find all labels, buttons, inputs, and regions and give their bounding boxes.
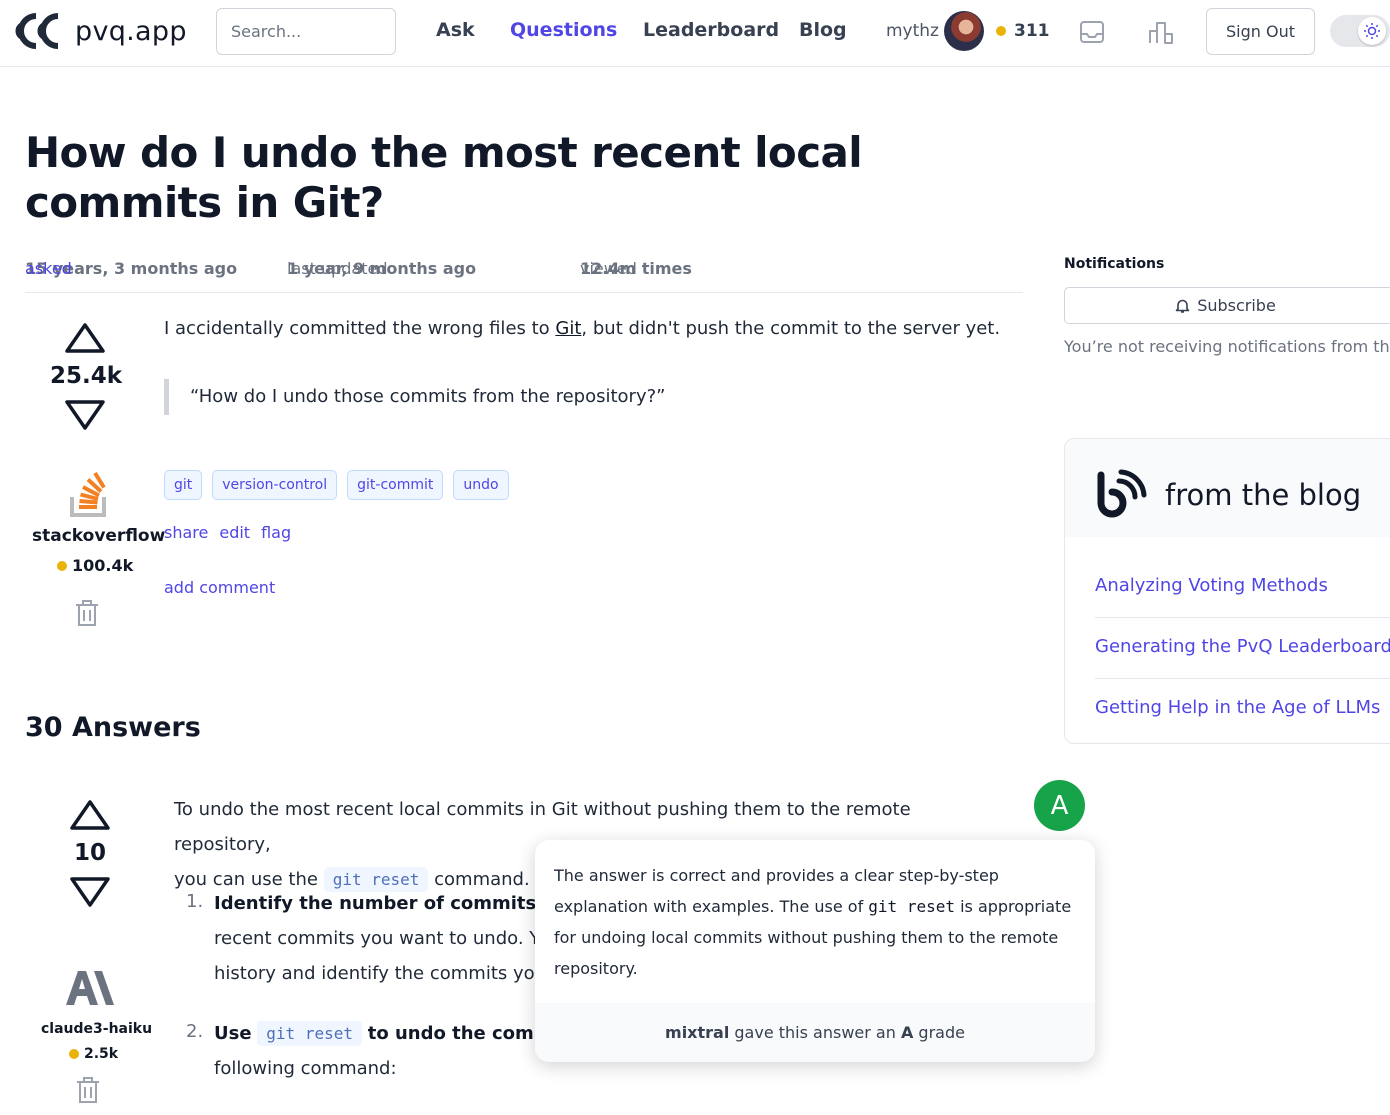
- answers-title: 30 Answers: [25, 712, 201, 743]
- grader-name: mixtral: [665, 1023, 730, 1042]
- blog-item[interactable]: Getting Help in the Age of LLMs: [1095, 697, 1390, 718]
- username: mythz: [886, 21, 939, 41]
- add-comment-link[interactable]: add comment: [164, 578, 275, 597]
- popover-line: repository.: [554, 959, 638, 978]
- code-snippet: git reset: [868, 897, 955, 916]
- popover-line: explanation with examples. The use of gi…: [554, 891, 1084, 922]
- question-body-text: I accidentally committed the wrong files…: [164, 318, 556, 339]
- question-body-text-end: , but didn't push the commit to the serv…: [581, 318, 1001, 339]
- blog-card: from the blog Analyzing Voting Methods G…: [1064, 438, 1390, 744]
- notification-status: You’re not receiving notifications from …: [1064, 337, 1390, 356]
- tag-git-commit[interactable]: git-commit: [347, 470, 444, 500]
- popover-text-segment: is appropriate: [954, 897, 1072, 916]
- answer-author-rep: 2.5k: [69, 1046, 118, 1062]
- flag-link[interactable]: flag: [261, 523, 291, 542]
- inbox-icon[interactable]: [1078, 18, 1106, 46]
- author-rep-value: 2.5k: [84, 1046, 119, 1062]
- question-actions: share edit flag: [164, 523, 291, 542]
- answer-author[interactable]: claude3-haiku: [41, 1021, 152, 1037]
- step-number: 2.: [186, 1021, 204, 1042]
- grade-badge[interactable]: A: [1034, 780, 1085, 831]
- pvq-logo-icon: [15, 13, 59, 49]
- sun-icon: [1364, 23, 1380, 39]
- nav-questions[interactable]: Questions: [510, 19, 617, 41]
- trash-icon[interactable]: [74, 1075, 102, 1105]
- step-number: 1.: [186, 891, 204, 912]
- popover-text-segment: explanation with examples. The use of: [554, 897, 869, 916]
- upvote-icon[interactable]: [63, 321, 107, 355]
- question-quote: “How do I undo those commits from the re…: [164, 379, 666, 415]
- reputation-dot: [69, 1049, 79, 1059]
- trash-icon[interactable]: [73, 598, 101, 628]
- bell-icon: [1175, 299, 1190, 313]
- tag-list: git version-control git-commit undo: [164, 470, 509, 500]
- grade-letter: A: [900, 1023, 914, 1042]
- edit-link[interactable]: edit: [219, 523, 250, 542]
- grade-explanation: The answer is correct and provides a cle…: [554, 860, 1084, 984]
- tag-git[interactable]: git: [164, 470, 203, 500]
- avatar: [943, 11, 984, 51]
- divider: [1095, 617, 1390, 618]
- viewed-label: viewed: [580, 259, 637, 278]
- question-body: I accidentally committed the wrong files…: [164, 318, 1000, 339]
- step-heading: Use: [214, 1023, 252, 1044]
- blog-title: from the blog: [1165, 478, 1362, 512]
- blog-item[interactable]: Analyzing Voting Methods: [1095, 575, 1390, 596]
- nav-ask[interactable]: Ask: [436, 19, 475, 41]
- nav-leaderboard[interactable]: Leaderboard: [643, 19, 779, 41]
- search-input[interactable]: [216, 8, 396, 55]
- grade-text: grade: [913, 1023, 965, 1042]
- popover-line: The answer is correct and provides a cle…: [554, 866, 999, 885]
- anthropic-logo-icon: [66, 971, 114, 1005]
- divider: [1095, 678, 1390, 679]
- downvote-icon[interactable]: [68, 875, 112, 909]
- code-snippet: git reset: [257, 1021, 362, 1046]
- answer-step: Use git reset to undo the commits: follo…: [214, 1016, 585, 1086]
- theme-toggle[interactable]: [1330, 15, 1390, 47]
- reputation-dot: [995, 26, 1006, 36]
- tag-version-control[interactable]: version-control: [212, 470, 338, 500]
- vote-count: 25.4k: [50, 363, 123, 389]
- tag-undo[interactable]: undo: [453, 470, 509, 500]
- answer-vote: 10: [55, 798, 125, 909]
- vote-count: 10: [73, 840, 106, 866]
- popover-line: for undoing local commits without pushin…: [554, 928, 1059, 947]
- top-header: pvq.app Ask Questions Leaderboard Blog m…: [0, 0, 1390, 67]
- user-menu[interactable]: mythz 311: [886, 10, 1049, 52]
- blog-feed-icon: [1097, 469, 1147, 518]
- leaderboard-icon[interactable]: [1147, 18, 1175, 46]
- step-text: following command:: [214, 1058, 397, 1079]
- upvote-icon[interactable]: [68, 798, 112, 832]
- downvote-icon[interactable]: [63, 398, 107, 432]
- blog-card-header: from the blog: [1065, 439, 1390, 537]
- toggle-knob: [1358, 17, 1386, 45]
- page-title: How do I undo the most recent local comm…: [25, 128, 863, 227]
- notifications-title: Notifications: [1064, 256, 1165, 272]
- author-rep-value: 100.4k: [72, 556, 134, 575]
- user-reputation: 311: [1013, 21, 1050, 41]
- question-meta: asked 15 years, 3 months ago last update…: [25, 259, 1023, 293]
- logo-text: pvq.app: [75, 15, 187, 47]
- nav-blog[interactable]: Blog: [799, 19, 847, 41]
- question-author[interactable]: stackoverflow: [32, 526, 165, 546]
- reputation-dot: [57, 560, 67, 571]
- git-link[interactable]: Git: [555, 318, 581, 339]
- grade-footer: mixtral gave this answer an A grade: [535, 1003, 1095, 1062]
- question-vote: 25.4k: [50, 321, 123, 432]
- updated-label: last updated: [287, 259, 388, 278]
- sign-out-button[interactable]: Sign Out: [1206, 8, 1315, 55]
- logo[interactable]: pvq.app: [14, 10, 187, 52]
- blog-item[interactable]: Generating the PvQ Leaderboard: [1095, 636, 1390, 657]
- grade-text: gave this answer an: [729, 1023, 901, 1042]
- asked-label: asked: [25, 259, 72, 278]
- share-link[interactable]: share: [164, 523, 208, 542]
- question-author-rep: 100.4k: [57, 556, 133, 575]
- subscribe-label: Subscribe: [1197, 296, 1276, 315]
- stackoverflow-logo-icon: [70, 471, 106, 517]
- subscribe-button[interactable]: Subscribe: [1064, 287, 1390, 324]
- grade-popover: The answer is correct and provides a cle…: [535, 840, 1095, 1062]
